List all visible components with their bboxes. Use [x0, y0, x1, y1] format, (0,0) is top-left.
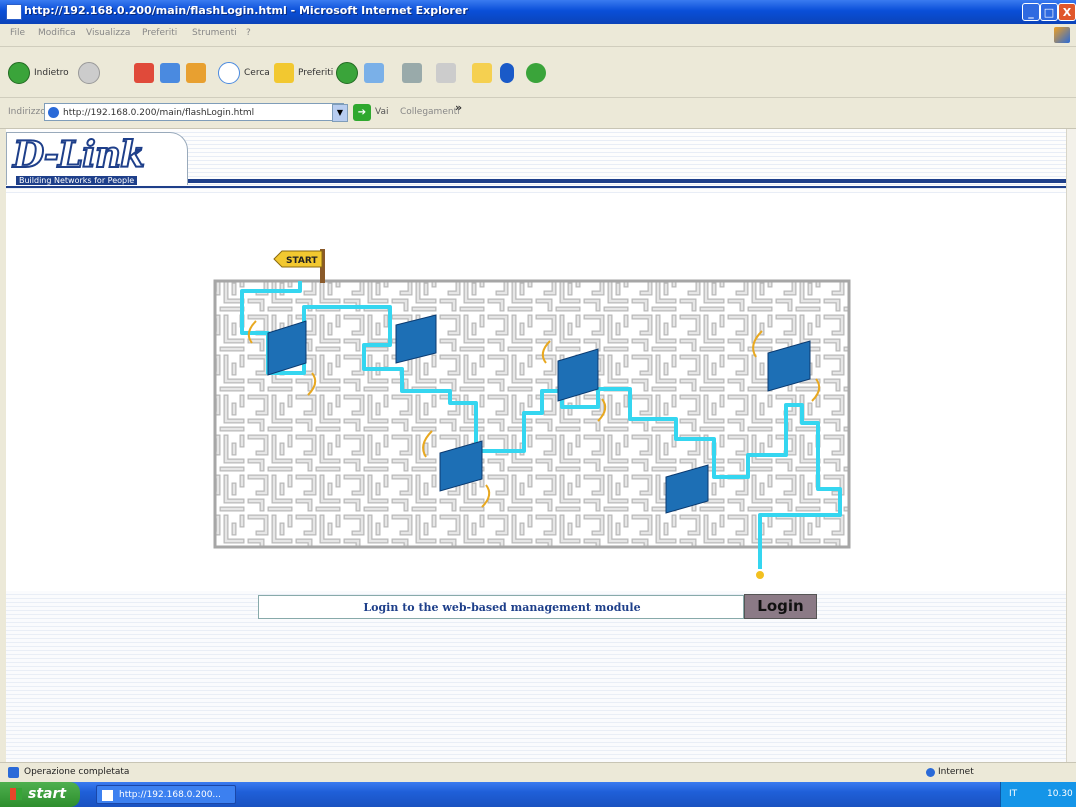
start-label: START — [286, 256, 318, 266]
forward-arrow-icon — [78, 62, 100, 84]
favorites-label: Preferiti — [298, 68, 334, 78]
menu-strumenti[interactable]: Strumenti — [192, 28, 237, 38]
menu-visualizza[interactable]: Visualizza — [86, 28, 130, 38]
edit-button[interactable] — [436, 61, 460, 85]
menu-file[interactable]: File — [10, 28, 25, 38]
login-button[interactable]: Login — [744, 594, 817, 619]
go-button[interactable]: Vai — [375, 107, 388, 117]
brand-tagline: Building Networks for People — [16, 176, 138, 185]
taskbar-item-label: http://192.168.0.200... — [119, 790, 221, 800]
path-end-marker — [756, 571, 764, 579]
home-icon — [186, 63, 206, 83]
internet-zone-icon — [926, 768, 935, 777]
address-dropdown-icon[interactable]: ▼ — [332, 104, 348, 122]
page-content: D-Link Building Networks for People STAR… — [6, 129, 1066, 762]
print-icon — [402, 63, 422, 83]
start-signpost-icon — [273, 249, 325, 283]
menu-help[interactable]: ? — [246, 28, 251, 38]
login-section: Login to the web-based management module… — [6, 591, 1066, 762]
print-button[interactable] — [402, 61, 426, 85]
start-button[interactable]: start — [0, 782, 80, 807]
search-label: Cerca — [244, 68, 270, 78]
menu-modifica[interactable]: Modifica — [38, 28, 76, 38]
history-button[interactable] — [336, 61, 362, 85]
messenger-button[interactable] — [526, 61, 550, 85]
windows-logo-icon — [1054, 27, 1070, 43]
windows-flag-icon — [10, 788, 22, 800]
page-icon — [48, 107, 59, 118]
language-indicator[interactable]: IT — [1009, 782, 1017, 807]
window-titlebar: http://192.168.0.200/main/flashLogin.htm… — [0, 0, 1076, 24]
address-url: http://192.168.0.200/main/flashLogin.htm… — [63, 108, 255, 118]
search-icon — [218, 62, 240, 84]
status-bar: Operazione completata Internet — [0, 762, 1076, 783]
history-icon — [336, 62, 358, 84]
close-button[interactable]: X — [1058, 3, 1076, 21]
ie-task-icon — [102, 790, 113, 801]
login-banner: Login to the web-based management module — [258, 595, 744, 619]
refresh-button[interactable] — [160, 61, 184, 85]
header-rule-thin — [6, 186, 1066, 188]
folder-icon — [472, 63, 492, 83]
refresh-icon — [160, 63, 180, 83]
flash-maze-area: START — [6, 193, 1066, 591]
maze-graphic: START — [213, 249, 851, 579]
folder-button[interactable] — [472, 61, 496, 85]
back-button[interactable]: Indietro — [8, 61, 69, 85]
back-label: Indietro — [34, 68, 69, 78]
system-tray: IT 10.30 — [1000, 782, 1076, 807]
taskbar-item-ie[interactable]: http://192.168.0.200... — [96, 785, 236, 804]
stop-button[interactable] — [134, 61, 158, 85]
favorites-button[interactable]: Preferiti — [274, 61, 333, 85]
login-banner-text: Login to the web-based management module — [363, 601, 641, 614]
back-arrow-icon — [8, 62, 30, 84]
minimize-button[interactable]: _ — [1022, 3, 1040, 21]
links-more-icon[interactable]: » — [455, 101, 462, 114]
links-label[interactable]: Collegamenti — [400, 107, 460, 117]
maximize-button[interactable]: □ — [1040, 3, 1058, 21]
ie-icon — [6, 4, 22, 20]
edit-icon — [436, 63, 456, 83]
mail-icon — [364, 63, 384, 83]
bluetooth-icon — [500, 63, 514, 83]
window-title: http://192.168.0.200/main/flashLogin.htm… — [24, 4, 468, 17]
start-label: start — [28, 786, 67, 802]
address-bar: Indirizzo http://192.168.0.200/main/flas… — [0, 98, 1076, 129]
security-zone: Internet — [938, 767, 974, 777]
mail-button[interactable] — [364, 61, 388, 85]
address-label: Indirizzo — [8, 107, 46, 117]
dlink-logo[interactable]: D-Link — [12, 133, 146, 177]
forward-button[interactable] — [78, 61, 104, 85]
windows-taskbar: start http://192.168.0.200... IT 10.30 — [0, 782, 1076, 807]
home-button[interactable] — [186, 61, 210, 85]
toolbar: Indietro Cerca Preferiti — [0, 47, 1076, 98]
go-arrow-icon[interactable]: ➔ — [353, 104, 371, 121]
vertical-scrollbar[interactable] — [1066, 129, 1076, 762]
star-icon — [274, 63, 294, 83]
messenger-icon — [526, 63, 546, 83]
bluetooth-button[interactable] — [500, 61, 518, 85]
menu-preferiti[interactable]: Preferiti — [142, 28, 177, 38]
clock[interactable]: 10.30 — [1047, 782, 1073, 807]
menu-bar: File Modifica Visualizza Preferiti Strum… — [0, 24, 1076, 47]
page-done-icon — [8, 767, 19, 778]
search-button[interactable]: Cerca — [218, 61, 270, 85]
address-input[interactable]: http://192.168.0.200/main/flashLogin.htm… — [44, 103, 344, 121]
stop-icon — [134, 63, 154, 83]
page-header: D-Link Building Networks for People — [6, 129, 1066, 193]
status-text: Operazione completata — [24, 767, 130, 777]
